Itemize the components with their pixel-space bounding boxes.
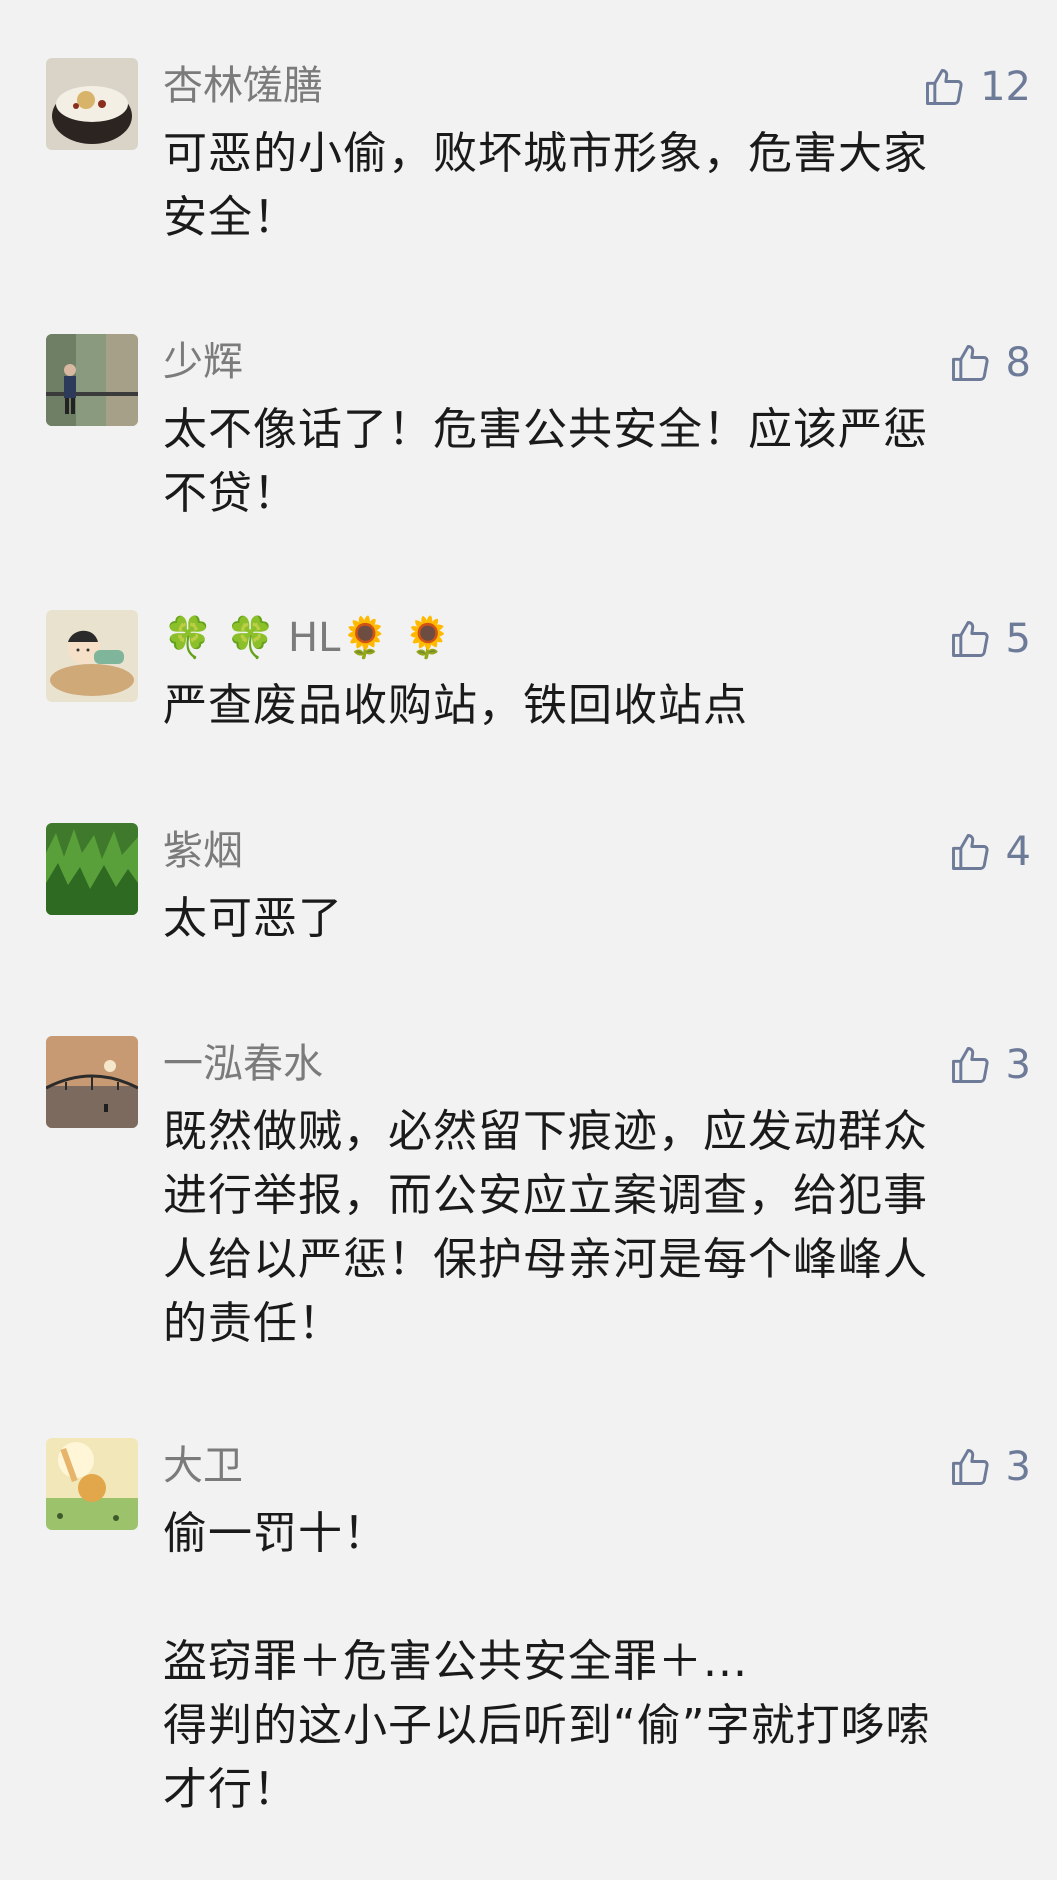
like-button[interactable]: 3 bbox=[948, 1042, 1031, 1088]
avatar[interactable] bbox=[46, 1036, 138, 1128]
commenter-name[interactable]: 一泓春水 bbox=[163, 1036, 323, 1092]
comment-text: 可恶的小偷，败坏城市形象，危害大家 安全！ bbox=[163, 128, 928, 243]
like-count: 3 bbox=[1005, 1042, 1031, 1088]
comment-text: 偷一罚十！ 盗窃罪＋危害公共安全罪＋... 得判的这小子以后听到“偷”字就打哆嗦… bbox=[163, 1508, 931, 1815]
like-count: 12 bbox=[980, 64, 1031, 110]
thumbs-up-icon bbox=[951, 1449, 989, 1485]
like-count: 3 bbox=[1005, 1444, 1031, 1490]
like-button[interactable]: 4 bbox=[948, 829, 1031, 875]
commenter-name[interactable]: 🍀 🍀 HL🌻 🌻 bbox=[163, 610, 453, 666]
thumbs-up-icon bbox=[951, 621, 989, 657]
commenter-name[interactable]: 少辉 bbox=[163, 334, 243, 390]
avatar[interactable] bbox=[46, 823, 138, 915]
commenter-name[interactable]: 紫烟 bbox=[163, 823, 243, 879]
like-button[interactable]: 5 bbox=[948, 616, 1031, 662]
thumbs-up-icon bbox=[926, 69, 963, 105]
thumbs-up-icon bbox=[951, 1047, 989, 1083]
commenter-name[interactable]: 大卫 bbox=[163, 1438, 243, 1494]
avatar[interactable] bbox=[46, 334, 138, 426]
like-count: 8 bbox=[1005, 340, 1031, 386]
like-button[interactable]: 8 bbox=[948, 340, 1031, 386]
like-button[interactable]: 3 bbox=[948, 1444, 1031, 1490]
avatar[interactable] bbox=[46, 1438, 138, 1530]
avatar[interactable] bbox=[46, 58, 138, 150]
commenter-name[interactable]: 杏林馐膳 bbox=[163, 58, 323, 114]
like-button[interactable]: 12 bbox=[922, 64, 1031, 110]
comment-text: 既然做贼，必然留下痕迹，应发动群众 进行举报，而公安应立案调查，给犯事 人给以严… bbox=[163, 1106, 928, 1349]
thumbs-up-icon bbox=[951, 834, 989, 870]
avatar[interactable] bbox=[46, 610, 138, 702]
comment-text: 太可恶了 bbox=[163, 893, 343, 944]
comment-text: 严查废品收购站，铁回收站点 bbox=[163, 680, 748, 731]
comment-text: 太不像话了！危害公共安全！应该严惩 不贷！ bbox=[163, 404, 928, 519]
like-count: 4 bbox=[1005, 829, 1031, 875]
like-count: 5 bbox=[1005, 616, 1031, 662]
thumbs-up-icon bbox=[951, 345, 989, 381]
